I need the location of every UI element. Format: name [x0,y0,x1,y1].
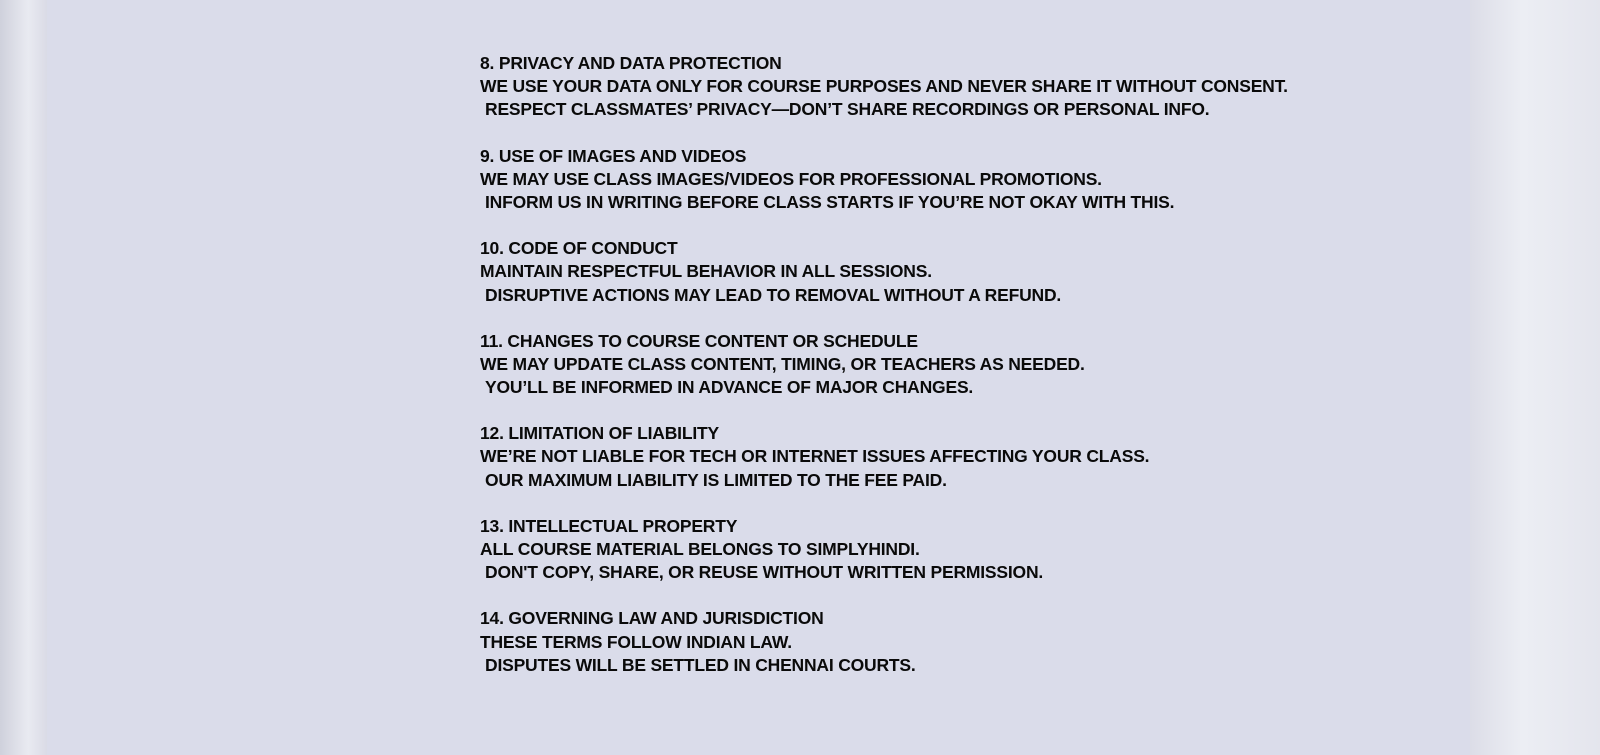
section-privacy: 8. PRIVACY AND DATA PROTECTION WE USE YO… [480,52,1360,122]
section-line: MAINTAIN RESPECTFUL BEHAVIOR IN ALL SESS… [480,261,932,282]
section-line: RESPECT CLASSMATES’ PRIVACY—DON’T SHARE … [485,99,1210,120]
section-line: WE’RE NOT LIABLE FOR TECH OR INTERNET IS… [480,446,1150,467]
section-governing-law: 14. GOVERNING LAW AND JURISDICTION THESE… [480,607,1360,677]
section-line: WE MAY UPDATE CLASS CONTENT, TIMING, OR … [480,353,1085,374]
section-line: DISPUTES WILL BE SETTLED IN CHENNAI COUR… [485,654,916,675]
section-line: WE MAY USE CLASS IMAGES/VIDEOS FOR PROFE… [480,168,1102,189]
section-heading: 9. USE OF IMAGES AND VIDEOS [480,145,747,166]
content-panel: 8. PRIVACY AND DATA PROTECTION WE USE YO… [47,0,1470,755]
section-line: INFORM US IN WRITING BEFORE CLASS STARTS… [485,191,1175,212]
section-heading: 12. LIMITATION OF LIABILITY [480,423,719,444]
section-heading: 13. INTELLECTUAL PROPERTY [480,515,738,536]
section-heading: 11. CHANGES TO COURSE CONTENT OR SCHEDUL… [480,330,918,351]
section-line: DISRUPTIVE ACTIONS MAY LEAD TO REMOVAL W… [485,284,1062,305]
section-heading: 10. CODE OF CONDUCT [480,238,678,259]
section-liability: 12. LIMITATION OF LIABILITY WE’RE NOT LI… [480,422,1360,492]
section-line: ALL COURSE MATERIAL BELONGS TO SIMPLYHIN… [480,539,920,559]
section-line: WE USE YOUR DATA ONLY FOR COURSE PURPOSE… [480,76,1288,97]
section-line: THESE TERMS FOLLOW INDIAN LAW. [480,631,792,652]
terms-text-block: 8. PRIVACY AND DATA PROTECTION WE USE YO… [480,52,1360,700]
section-code-of-conduct: 10. CODE OF CONDUCT MAINTAIN RESPECTFUL … [480,237,1360,307]
section-images-videos: 9. USE OF IMAGES AND VIDEOS WE MAY USE C… [480,145,1360,215]
section-heading: 8. PRIVACY AND DATA PROTECTION [480,53,782,73]
section-line: OUR MAXIMUM LIABILITY IS LIMITED TO THE … [485,469,947,490]
page-background-left [0,0,47,755]
section-line: YOU’LL BE INFORMED IN ADVANCE OF MAJOR C… [485,377,974,398]
section-intellectual-property: 13. INTELLECTUAL PROPERTY ALL COURSE MAT… [480,515,1360,585]
section-line: DON'T COPY, SHARE, OR REUSE WITHOUT WRIT… [485,562,1044,583]
section-heading: 14. GOVERNING LAW AND JURISDICTION [480,608,824,629]
section-changes: 11. CHANGES TO COURSE CONTENT OR SCHEDUL… [480,330,1360,400]
page-background-right [1470,0,1600,755]
